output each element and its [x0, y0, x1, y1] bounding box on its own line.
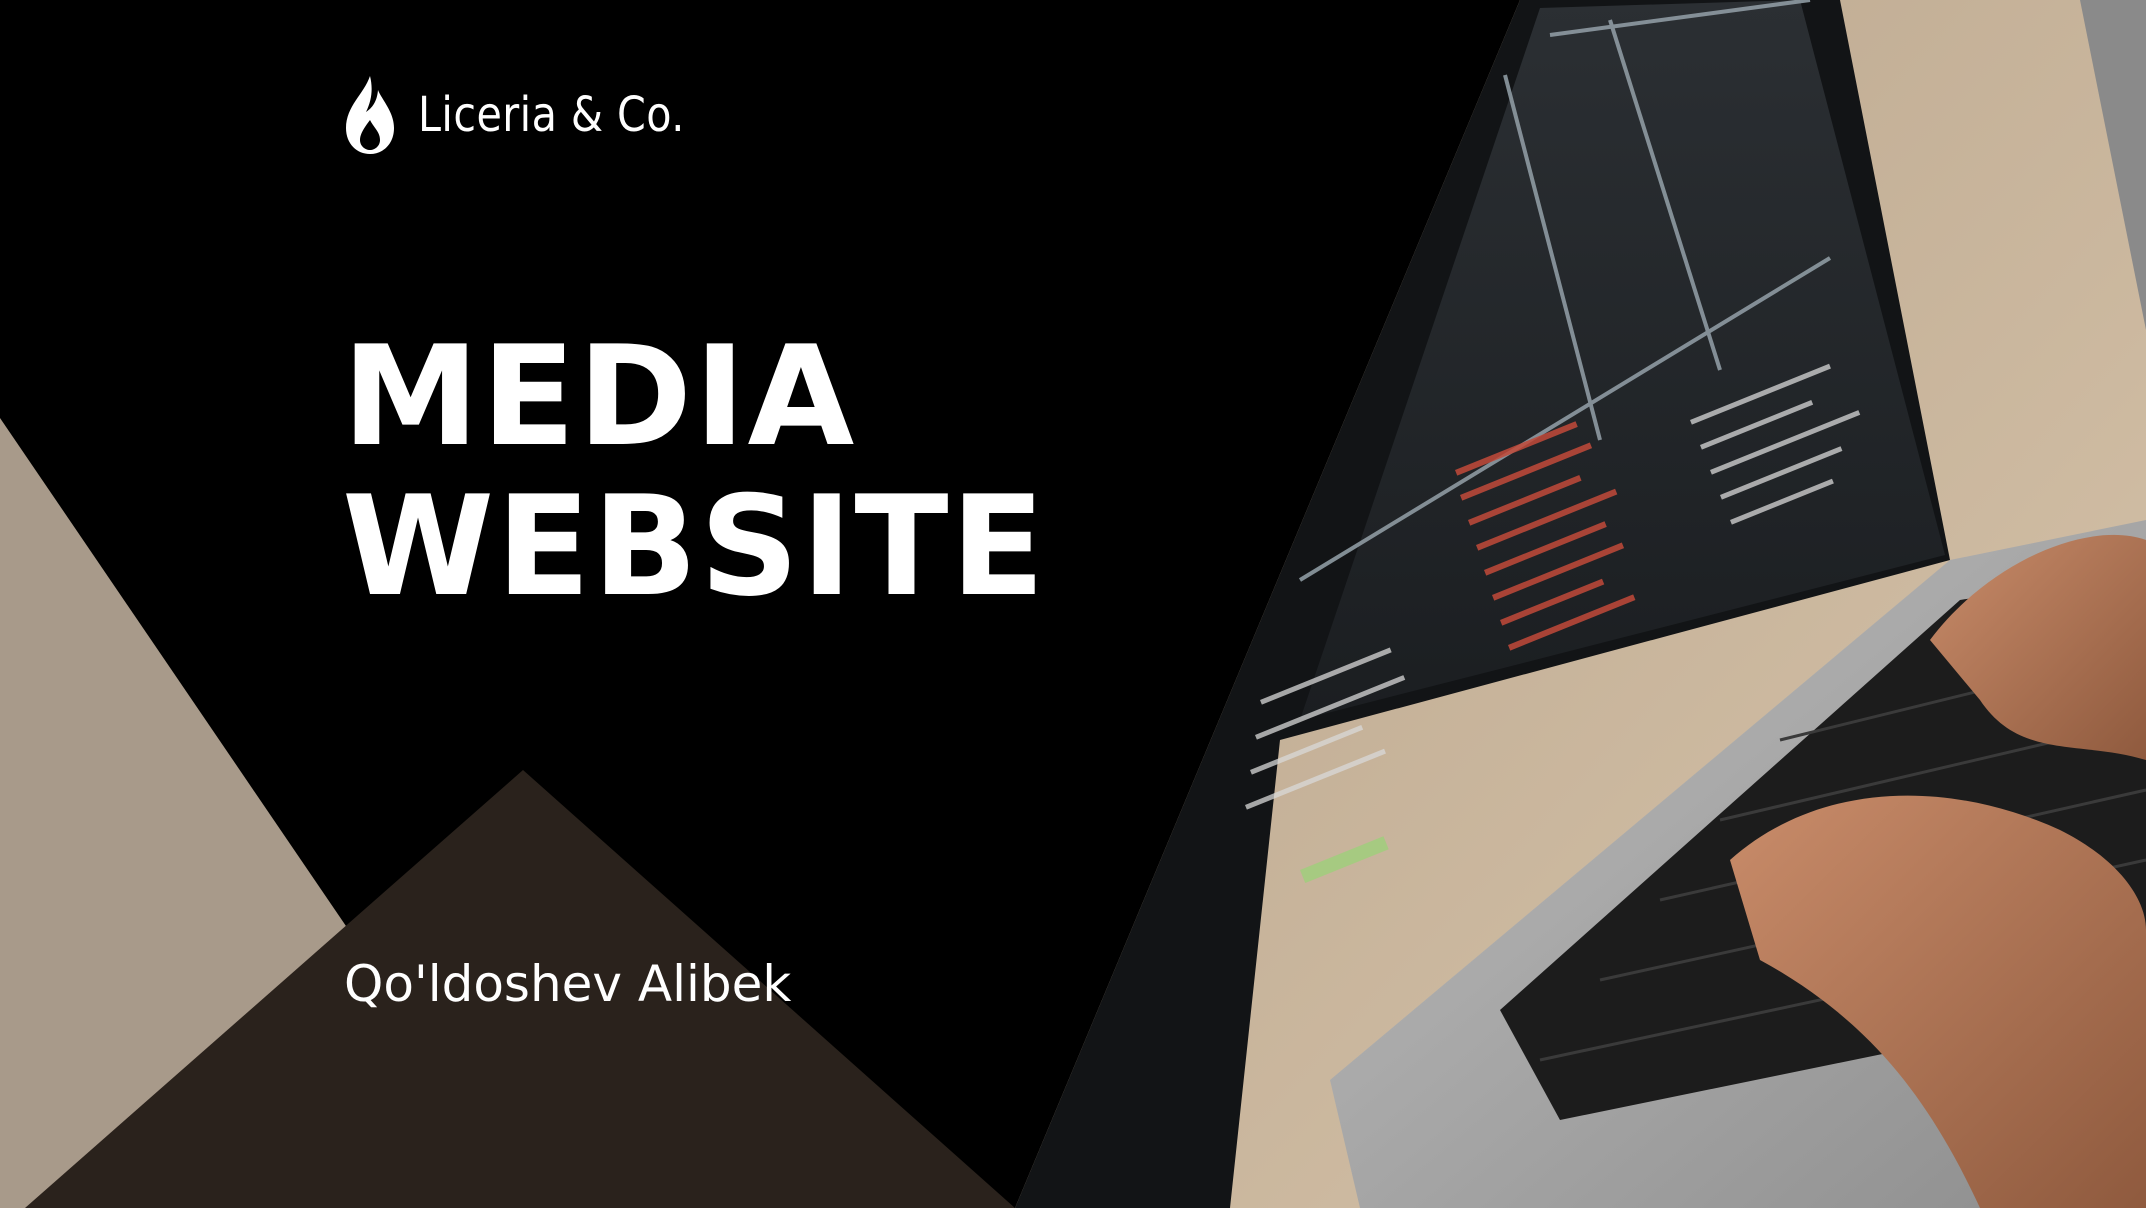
- slide-background: [0, 0, 2146, 1208]
- title-line-2: WEBSITE: [342, 466, 1047, 627]
- slide-title: MEDIA WEBSITE: [342, 322, 1047, 622]
- author-name: Qo'ldoshev Alibek: [344, 955, 792, 1013]
- brand-logo: Liceria & Co.: [340, 72, 728, 158]
- title-slide: Liceria & Co. MEDIA WEBSITE Qo'ldoshev A…: [0, 0, 2146, 1208]
- flame-drop-icon: [346, 76, 394, 154]
- laptop-with-code-photo: [1015, 0, 2146, 1208]
- brand-name: Liceria & Co.: [418, 87, 685, 143]
- title-line-1: MEDIA: [342, 316, 857, 477]
